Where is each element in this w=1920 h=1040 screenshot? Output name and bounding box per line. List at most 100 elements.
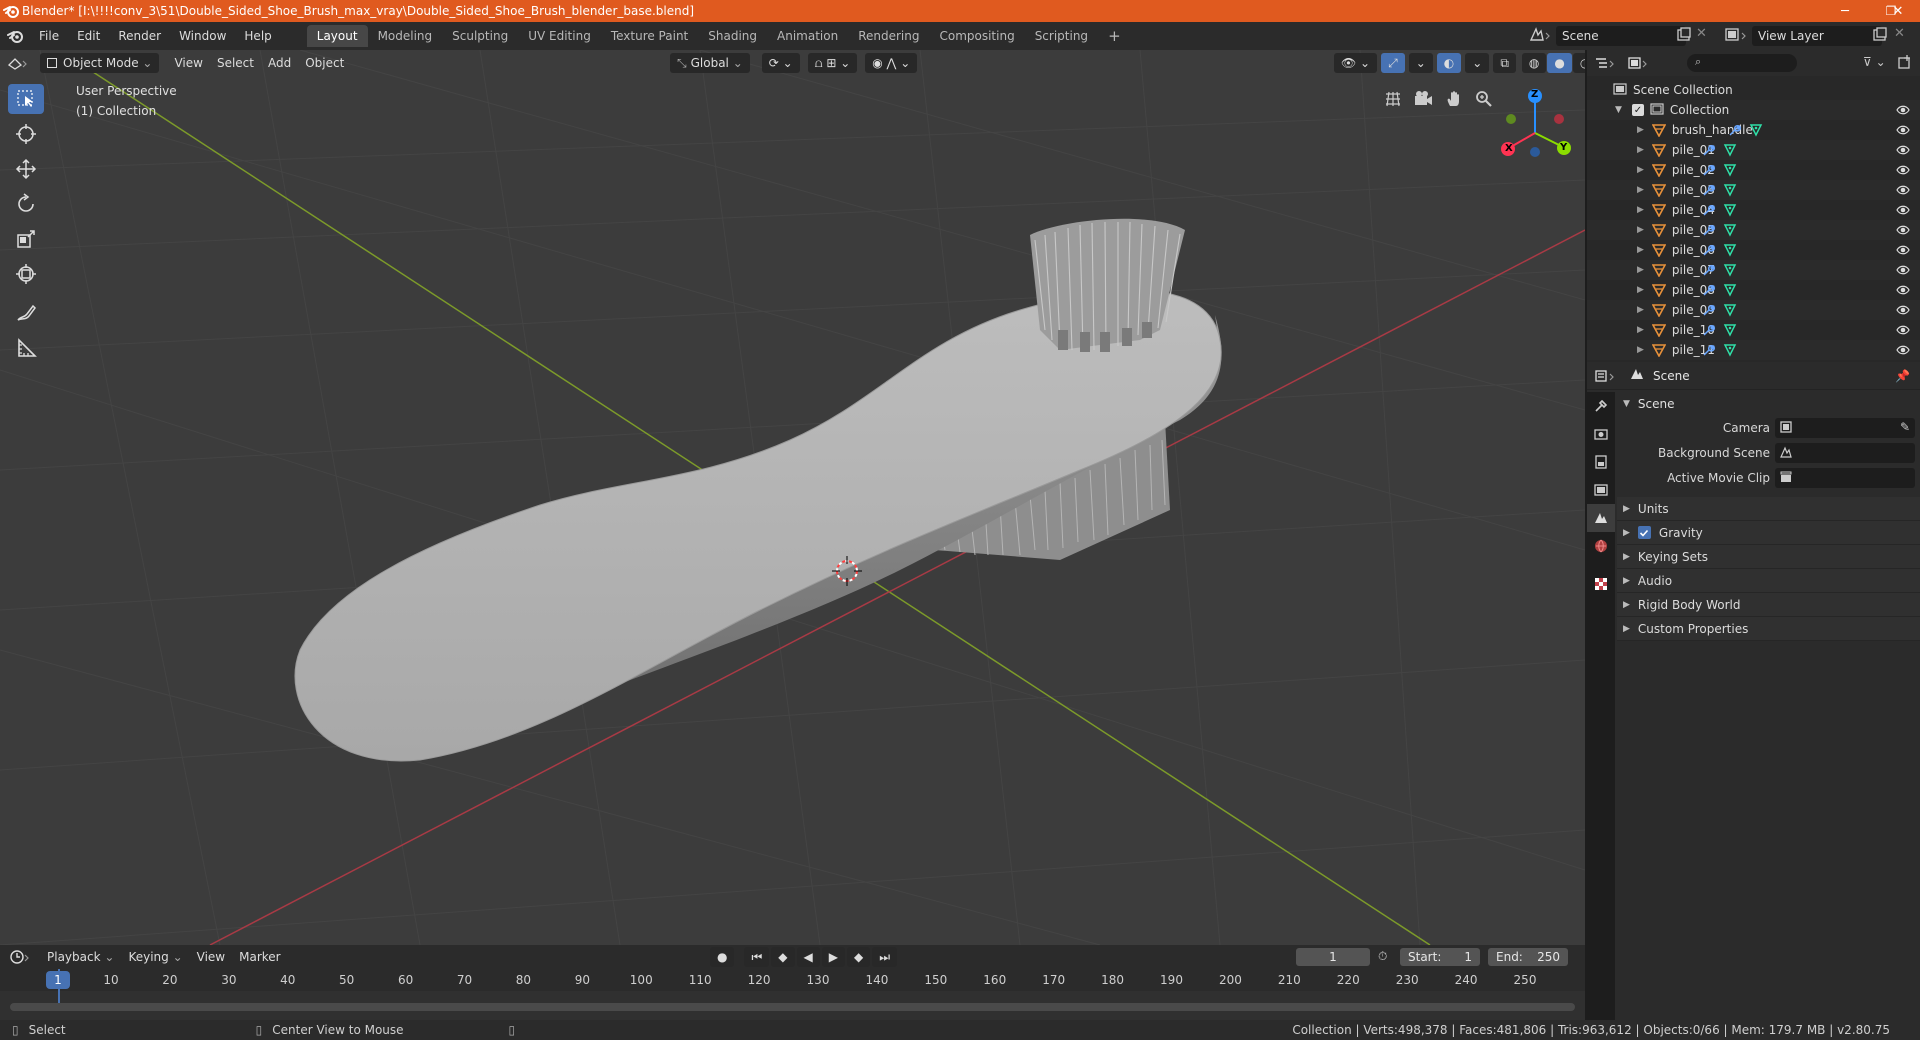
object-expand-icon[interactable]: ▶ bbox=[1637, 305, 1644, 315]
tab-animation[interactable]: Animation bbox=[767, 25, 848, 47]
collection-visibility-icon[interactable] bbox=[1896, 103, 1910, 120]
object-visibility-icon[interactable] bbox=[1896, 303, 1910, 320]
stopwatch-icon[interactable]: ⏱ bbox=[1378, 949, 1387, 964]
add-workspace-button[interactable]: + bbox=[1098, 25, 1131, 47]
editor-type-icon[interactable] bbox=[0, 55, 36, 71]
move-tool[interactable] bbox=[8, 154, 44, 184]
jump-end-button[interactable]: ⏭ bbox=[872, 947, 898, 967]
gizmo-toggle-icon[interactable]: ⤢ bbox=[1381, 53, 1405, 73]
record-button[interactable]: ● bbox=[710, 947, 735, 967]
outliner-object-row[interactable]: ▶ pile_11 bbox=[1587, 340, 1920, 360]
outliner-object-row[interactable]: ▶ pile_02 bbox=[1587, 160, 1920, 180]
tab-render[interactable] bbox=[1587, 420, 1615, 448]
start-frame-field[interactable]: Start: 1 bbox=[1400, 948, 1480, 966]
mesh-data-icon[interactable] bbox=[1723, 283, 1737, 297]
object-visibility-icon[interactable] bbox=[1896, 183, 1910, 200]
object-visibility-icon[interactable] bbox=[1896, 123, 1910, 140]
mesh-data-icon[interactable] bbox=[1723, 203, 1737, 217]
cursor-tool[interactable] bbox=[8, 119, 44, 149]
modifier-wrench-icon[interactable] bbox=[1701, 243, 1715, 257]
visibility-icon[interactable]: 👁 ⌄ bbox=[1334, 53, 1378, 73]
modifier-wrench-icon[interactable] bbox=[1701, 343, 1715, 357]
outliner-search-input[interactable]: ⌕ bbox=[1687, 54, 1797, 72]
new-scene-icon[interactable] bbox=[1676, 27, 1692, 46]
delete-view-layer-icon[interactable]: ✕ bbox=[1894, 26, 1905, 41]
outliner-object-row[interactable]: ▶ pile_07 bbox=[1587, 260, 1920, 280]
object-expand-icon[interactable]: ▶ bbox=[1637, 325, 1644, 335]
timeline-menu-keying[interactable]: Keying ⌄ bbox=[121, 947, 189, 967]
object-expand-icon[interactable]: ▶ bbox=[1637, 265, 1644, 275]
object-visibility-icon[interactable] bbox=[1896, 203, 1910, 220]
active-movie-clip-field[interactable] bbox=[1775, 468, 1915, 488]
timeline-menu-view[interactable]: View bbox=[190, 947, 232, 967]
pin-icon[interactable]: 📌 bbox=[1895, 369, 1910, 383]
menu-edit[interactable]: Edit bbox=[68, 25, 109, 47]
tab-texture[interactable] bbox=[1587, 570, 1615, 598]
outliner-scene-collection[interactable]: Scene Collection bbox=[1587, 80, 1920, 100]
outliner-collection[interactable]: ▼ ✓ Collection bbox=[1587, 100, 1920, 120]
object-visibility-icon[interactable] bbox=[1896, 223, 1910, 240]
object-visibility-icon[interactable] bbox=[1896, 243, 1910, 260]
tab-texture-paint[interactable]: Texture Paint bbox=[601, 25, 698, 47]
mesh-data-icon[interactable] bbox=[1723, 183, 1737, 197]
viewport-menu-object[interactable]: Object bbox=[298, 53, 351, 73]
camera-field[interactable]: ✎ bbox=[1775, 418, 1915, 438]
outliner-object-row[interactable]: ▶ pile_10 bbox=[1587, 320, 1920, 340]
object-visibility-icon[interactable] bbox=[1896, 163, 1910, 180]
gravity-checkbox[interactable] bbox=[1637, 526, 1651, 539]
mesh-data-icon[interactable] bbox=[1723, 263, 1737, 277]
modifier-wrench-icon[interactable] bbox=[1701, 163, 1715, 177]
menu-window[interactable]: Window bbox=[170, 25, 235, 47]
modifier-wrench-icon[interactable] bbox=[1701, 323, 1715, 337]
units-panel[interactable]: ▶ Units bbox=[1617, 497, 1920, 521]
outliner-object-row[interactable]: ▶ pile_09 bbox=[1587, 300, 1920, 320]
modifier-wrench-icon[interactable] bbox=[1701, 303, 1715, 317]
tab-rendering[interactable]: Rendering bbox=[848, 25, 929, 47]
scale-tool[interactable] bbox=[8, 224, 44, 254]
material-shading-icon[interactable]: ◑ bbox=[1572, 53, 1585, 73]
jump-start-button[interactable]: ⏮ bbox=[744, 947, 770, 967]
object-visibility-icon[interactable] bbox=[1896, 263, 1910, 280]
outliner-object-row[interactable]: ▶ pile_05 bbox=[1587, 220, 1920, 240]
overlays-toggle-icon[interactable]: ◐ bbox=[1436, 53, 1462, 73]
scene-panel-header[interactable]: ▼ Scene bbox=[1617, 392, 1920, 416]
tab-sculpting[interactable]: Sculpting bbox=[442, 25, 518, 47]
mode-selector[interactable]: Object Mode ⌄ bbox=[40, 53, 160, 73]
gravity-panel[interactable]: ▶ Gravity bbox=[1617, 521, 1920, 545]
object-expand-icon[interactable]: ▶ bbox=[1637, 185, 1644, 195]
scene-icon[interactable] bbox=[1528, 26, 1552, 47]
new-collection-icon[interactable] bbox=[1897, 54, 1913, 73]
camera-view-icon[interactable] bbox=[1410, 86, 1436, 112]
timeline-ruler[interactable]: 1 10 20 30 40 50 60 70 80 90 100 110 120 130 140 150 160… bbox=[0, 969, 1585, 991]
scene-selector[interactable]: Scene bbox=[1556, 26, 1686, 46]
object-expand-icon[interactable]: ▶ bbox=[1637, 245, 1644, 255]
proportional-editing-icon[interactable]: ◉ ⋀ ⌄ bbox=[865, 53, 918, 73]
outliner-object-row[interactable]: ▶ brush_handle bbox=[1587, 120, 1920, 140]
tab-world[interactable] bbox=[1587, 532, 1615, 560]
tab-compositing[interactable]: Compositing bbox=[929, 25, 1024, 47]
blender-menu-icon[interactable] bbox=[0, 29, 30, 43]
tab-uv-editing[interactable]: UV Editing bbox=[518, 25, 601, 47]
object-expand-icon[interactable]: ▶ bbox=[1637, 285, 1644, 295]
timeline-menu-marker[interactable]: Marker bbox=[232, 947, 287, 967]
collection-checkbox[interactable]: ✓ bbox=[1631, 104, 1644, 116]
display-mode-icon[interactable] bbox=[1623, 56, 1653, 70]
tab-scene[interactable] bbox=[1587, 504, 1615, 532]
object-visibility-icon[interactable] bbox=[1896, 343, 1910, 360]
viewport-menu-select[interactable]: Select bbox=[210, 53, 261, 73]
object-expand-icon[interactable]: ▶ bbox=[1637, 145, 1644, 155]
tab-scripting[interactable]: Scripting bbox=[1025, 25, 1098, 47]
gizmo-menu-icon[interactable]: ⌄ bbox=[1408, 53, 1433, 73]
timeline-editor-type-icon[interactable] bbox=[0, 949, 40, 965]
mesh-data-icon[interactable] bbox=[1723, 223, 1737, 237]
menu-file[interactable]: File bbox=[30, 25, 68, 47]
tab-shading[interactable]: Shading bbox=[698, 25, 767, 47]
properties-editor-type-icon[interactable] bbox=[1587, 369, 1623, 383]
object-expand-icon[interactable]: ▶ bbox=[1637, 125, 1644, 135]
object-visibility-icon[interactable] bbox=[1896, 143, 1910, 160]
timeline-scrollbar[interactable] bbox=[10, 1003, 1575, 1011]
mesh-data-icon[interactable] bbox=[1723, 303, 1737, 317]
modifier-wrench-icon[interactable] bbox=[1701, 183, 1715, 197]
pan-view-icon[interactable] bbox=[1441, 86, 1467, 112]
modifier-wrench-icon[interactable] bbox=[1701, 263, 1715, 277]
